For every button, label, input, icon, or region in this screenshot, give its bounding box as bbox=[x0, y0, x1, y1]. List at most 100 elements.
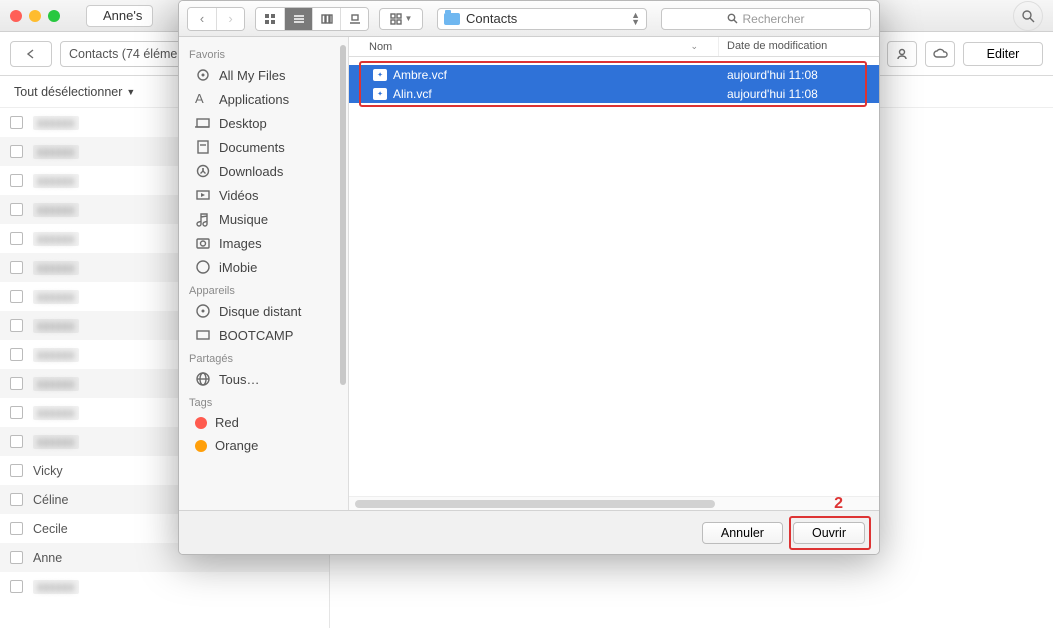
checkbox[interactable] bbox=[10, 551, 23, 564]
checkbox[interactable] bbox=[10, 203, 23, 216]
sidebar-item[interactable]: AApplications bbox=[179, 87, 348, 111]
sidebar-item[interactable]: Images bbox=[179, 231, 348, 255]
sidebar-item-label: Tous… bbox=[219, 372, 259, 387]
horizontal-scrollbar[interactable] bbox=[349, 496, 879, 510]
sidebar-item[interactable]: Musique bbox=[179, 207, 348, 231]
checkbox[interactable] bbox=[10, 493, 23, 506]
bg-tool-3[interactable] bbox=[887, 41, 917, 67]
dialog-toolbar: ‹ › ▼ Contacts ▲▼ Rechercher bbox=[179, 1, 879, 37]
sidebar-icon bbox=[195, 139, 211, 155]
contact-name-blurred: xxxxxx bbox=[33, 203, 79, 217]
checkbox[interactable] bbox=[10, 290, 23, 303]
contact-name-blurred: xxxxxx bbox=[33, 290, 79, 304]
columns-icon bbox=[321, 13, 333, 25]
bg-tool-4[interactable] bbox=[925, 41, 955, 67]
tag-color-icon bbox=[195, 417, 207, 429]
view-icons-button[interactable] bbox=[256, 8, 284, 30]
sidebar-item[interactable]: Documents bbox=[179, 135, 348, 159]
contact-name-blurred: xxxxxx bbox=[33, 435, 79, 449]
device-path[interactable]: Anne's bbox=[86, 5, 153, 27]
contact-name-blurred: xxxxxx bbox=[33, 377, 79, 391]
view-list-button[interactable] bbox=[284, 8, 312, 30]
sidebar-icon bbox=[195, 327, 211, 343]
sidebar-scrollbar[interactable] bbox=[340, 45, 346, 425]
sidebar-icon: A bbox=[195, 91, 211, 107]
view-coverflow-button[interactable] bbox=[340, 8, 368, 30]
editer-button[interactable]: Editer bbox=[963, 42, 1043, 66]
open-button[interactable]: Ouvrir bbox=[793, 522, 865, 544]
sidebar-icon bbox=[195, 303, 211, 319]
sidebar-item-label: Vidéos bbox=[219, 188, 259, 203]
sort-indicator-icon: ⌄ bbox=[690, 41, 698, 52]
cloud-icon bbox=[932, 47, 948, 61]
view-columns-button[interactable] bbox=[312, 8, 340, 30]
sidebar-item[interactable]: iMobie bbox=[179, 255, 348, 279]
location-select[interactable]: Contacts ▲▼ bbox=[437, 8, 647, 30]
checkbox[interactable] bbox=[10, 464, 23, 477]
device-path-label: Anne's bbox=[103, 8, 142, 23]
deselect-all[interactable]: Tout désélectionner bbox=[14, 85, 122, 99]
checkbox[interactable] bbox=[10, 580, 23, 593]
contact-name-blurred: xxxxxx bbox=[33, 580, 79, 594]
cancel-button[interactable]: Annuler bbox=[702, 522, 783, 544]
checkbox[interactable] bbox=[10, 174, 23, 187]
contact-name-blurred: xxxxxx bbox=[33, 348, 79, 362]
sidebar-item[interactable]: Tous… bbox=[179, 367, 348, 391]
sidebar-favorites-header: Favoris bbox=[179, 43, 348, 63]
sidebar-item-label: BOOTCAMP bbox=[219, 328, 293, 343]
close-icon[interactable] bbox=[10, 10, 22, 22]
grid-icon bbox=[264, 13, 276, 25]
sidebar-icon bbox=[195, 67, 211, 83]
window-controls bbox=[10, 10, 60, 22]
column-date[interactable]: Date de modification bbox=[719, 37, 879, 56]
file-row[interactable]: ✦Alin.vcfaujourd'hui 11:08 bbox=[349, 84, 879, 103]
checkbox[interactable] bbox=[10, 116, 23, 129]
tag-color-icon bbox=[195, 440, 207, 452]
file-row[interactable]: ✦Ambre.vcfaujourd'hui 11:08 bbox=[349, 65, 879, 84]
sidebar-item-label: Disque distant bbox=[219, 304, 301, 319]
nav-forward-button[interactable]: › bbox=[216, 8, 244, 30]
bg-search-button[interactable] bbox=[1013, 1, 1043, 31]
sidebar-item[interactable]: All My Files bbox=[179, 63, 348, 87]
contact-name-blurred: xxxxxx bbox=[33, 174, 79, 188]
sidebar-item-label: Downloads bbox=[219, 164, 283, 179]
search-icon bbox=[727, 13, 738, 24]
globe-icon bbox=[195, 371, 211, 387]
bg-back-button[interactable] bbox=[10, 41, 52, 67]
sidebar-icon bbox=[195, 211, 211, 227]
checkbox[interactable] bbox=[10, 435, 23, 448]
checkbox[interactable] bbox=[10, 377, 23, 390]
checkbox[interactable] bbox=[10, 261, 23, 274]
vcf-file-icon: ✦ bbox=[373, 88, 387, 100]
checkbox[interactable] bbox=[10, 522, 23, 535]
sidebar-item[interactable]: Desktop bbox=[179, 111, 348, 135]
sidebar-item-label: Desktop bbox=[219, 116, 267, 131]
sidebar-tags-header: Tags bbox=[179, 391, 348, 411]
sidebar-item[interactable]: Downloads bbox=[179, 159, 348, 183]
sidebar-tag-item[interactable]: Red bbox=[179, 411, 348, 434]
checkbox[interactable] bbox=[10, 348, 23, 361]
sidebar-item[interactable]: Vidéos bbox=[179, 183, 348, 207]
contact-row[interactable]: xxxxxx bbox=[0, 572, 329, 601]
maximize-icon[interactable] bbox=[48, 10, 60, 22]
person-icon bbox=[895, 47, 909, 61]
checkbox[interactable] bbox=[10, 145, 23, 158]
sidebar-item[interactable]: BOOTCAMP bbox=[179, 323, 348, 347]
contact-name-blurred: xxxxxx bbox=[33, 232, 79, 246]
sidebar-tag-item[interactable]: Orange bbox=[179, 434, 348, 457]
checkbox[interactable] bbox=[10, 232, 23, 245]
arrange-icon bbox=[390, 13, 402, 25]
file-list[interactable]: 1 ✦Ambre.vcfaujourd'hui 11:08✦Alin.vcfau… bbox=[349, 57, 879, 496]
column-name[interactable]: Nom ⌄ bbox=[349, 37, 719, 56]
contact-name-blurred: xxxxxx bbox=[33, 116, 79, 130]
search-field[interactable]: Rechercher bbox=[661, 8, 871, 30]
column-header: Nom ⌄ Date de modification bbox=[349, 37, 879, 57]
minimize-icon[interactable] bbox=[29, 10, 41, 22]
breadcrumb-text: Contacts (74 élémen bbox=[69, 47, 184, 61]
checkbox[interactable] bbox=[10, 319, 23, 332]
sidebar-item[interactable]: Disque distant bbox=[179, 299, 348, 323]
arrange-button[interactable]: ▼ bbox=[379, 8, 423, 30]
chevron-down-icon: ▼ bbox=[405, 14, 413, 23]
nav-back-button[interactable]: ‹ bbox=[188, 8, 216, 30]
checkbox[interactable] bbox=[10, 406, 23, 419]
